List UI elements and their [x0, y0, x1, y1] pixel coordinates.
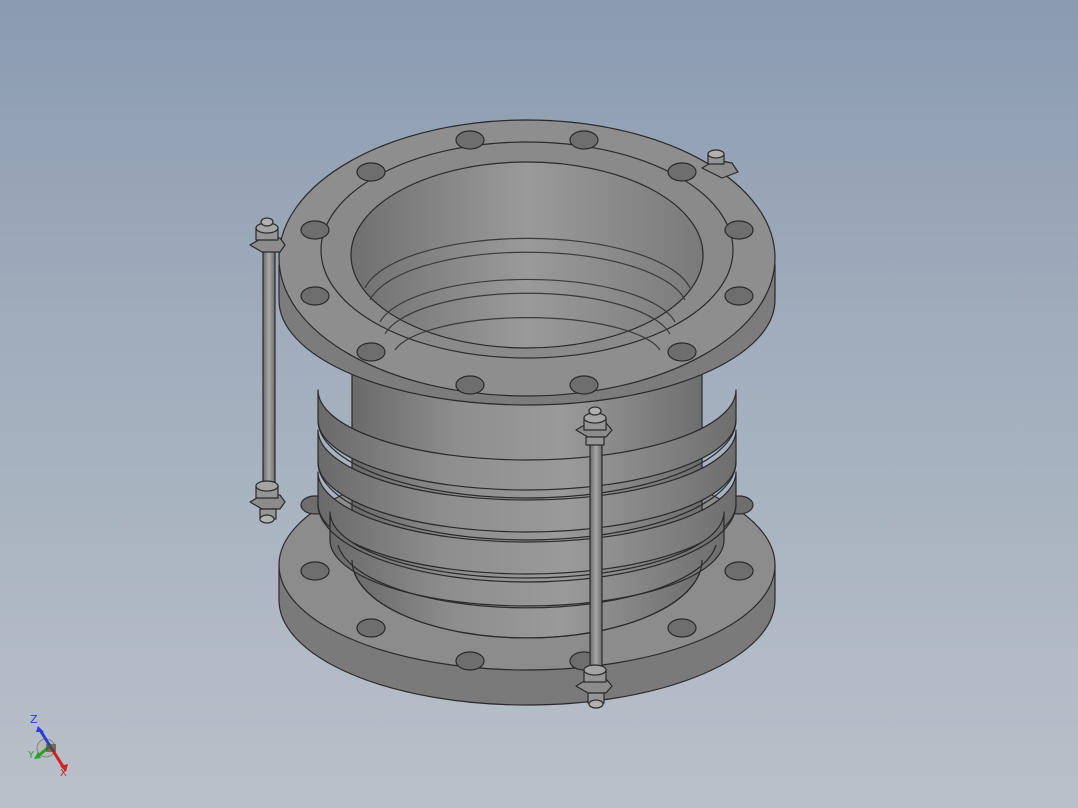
axis-x-label: X — [60, 768, 67, 779]
axis-z-label: Z — [30, 713, 38, 726]
graphics-viewport[interactable]: Z Y X — [0, 0, 1078, 808]
orientation-triad[interactable]: Z Y X — [24, 710, 80, 782]
expansion-joint-model[interactable] — [0, 0, 1078, 808]
axis-y-label: Y — [28, 750, 35, 761]
top-flange[interactable] — [278, 119, 776, 406]
